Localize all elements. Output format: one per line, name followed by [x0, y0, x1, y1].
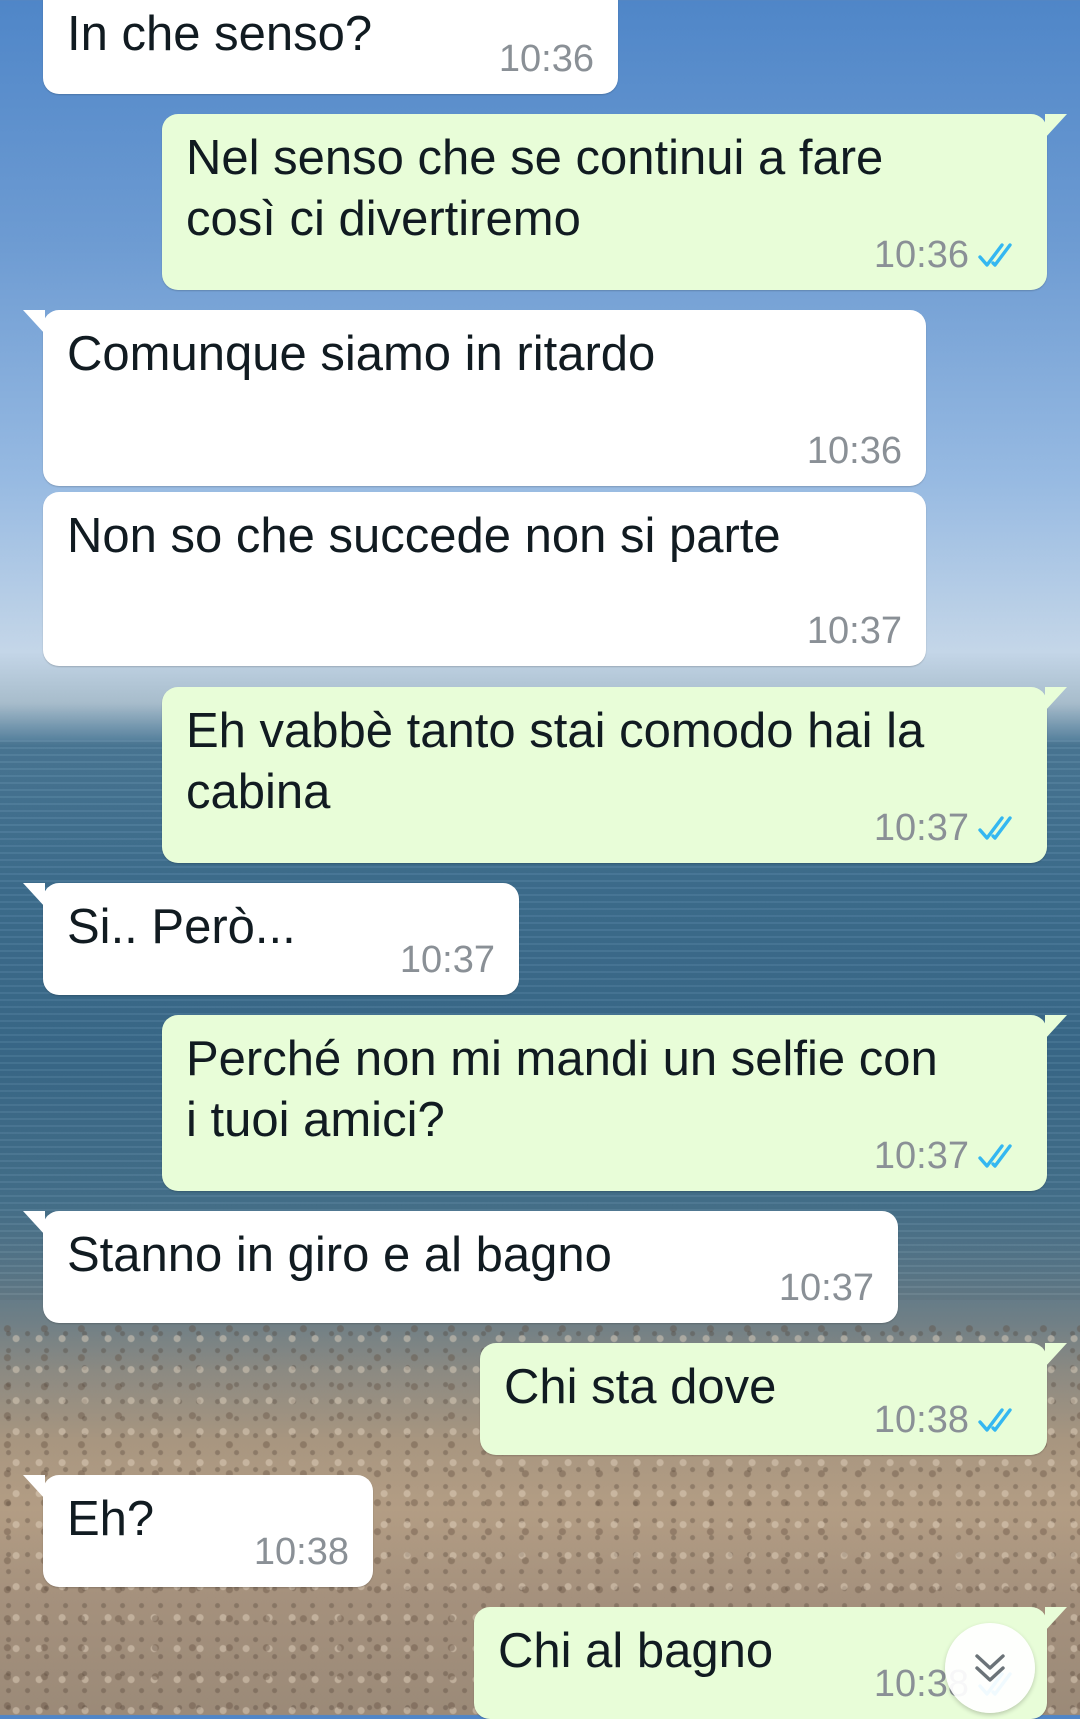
message-incoming[interactable]: Eh? 10:38	[23, 1475, 373, 1587]
message-outgoing[interactable]: Nel senso che se continui a fare così ci…	[162, 114, 1067, 290]
message-meta: 10:38	[874, 1399, 1023, 1441]
message-time: 10:37	[806, 610, 902, 652]
message-time: 10:38	[873, 1399, 969, 1441]
message-incoming[interactable]: In che senso? 10:36	[43, 0, 618, 94]
read-ticks-icon	[978, 1408, 1012, 1432]
read-ticks-icon	[978, 1144, 1012, 1168]
message-meta: 10:36	[874, 234, 1023, 276]
message-time: 10:37	[399, 939, 495, 981]
message-text: Non so che succede non si parte	[67, 509, 781, 563]
message-text: Eh vabbè tanto stai comodo hai la cabina	[186, 704, 925, 819]
message-outgoing[interactable]: Perché non mi mandi un selfie con i tuoi…	[162, 1015, 1067, 1191]
message-meta: 10:37	[779, 1267, 874, 1309]
message-meta: 10:38	[254, 1531, 349, 1573]
read-ticks-icon	[978, 816, 1012, 840]
message-meta: 10:36	[807, 430, 902, 472]
message-meta: 10:37	[807, 610, 902, 652]
message-text: Si.. Però...	[67, 900, 296, 954]
message-text: Chi al bagno	[498, 1624, 774, 1678]
chat-message-list[interactable]: In che senso? 10:36 Nel senso che se con…	[0, 0, 1080, 1719]
message-time: 10:36	[498, 38, 594, 80]
message-meta: 10:37	[400, 939, 495, 981]
read-ticks-icon	[978, 243, 1012, 267]
message-incoming[interactable]: Si.. Però... 10:37	[23, 883, 519, 995]
message-incoming[interactable]: Non so che succede non si parte 10:37	[43, 492, 926, 666]
message-time: 10:36	[806, 430, 902, 472]
message-time: 10:37	[778, 1267, 874, 1309]
message-incoming[interactable]: Stanno in giro e al bagno 10:37	[23, 1211, 898, 1323]
message-text: Eh?	[67, 1492, 155, 1546]
message-outgoing[interactable]: Chi sta dove 10:38	[480, 1343, 1067, 1455]
message-text: Stanno in giro e al bagno	[67, 1228, 612, 1282]
scroll-to-bottom-button[interactable]	[945, 1623, 1035, 1713]
message-meta: 10:37	[874, 807, 1023, 849]
message-text: Nel senso che se continui a fare così ci…	[186, 131, 884, 246]
message-text: Chi sta dove	[504, 1360, 777, 1414]
message-text: In che senso?	[67, 7, 373, 61]
message-text: Comunque siamo in ritardo	[67, 327, 656, 381]
message-outgoing[interactable]: Eh vabbè tanto stai comodo hai la cabina…	[162, 687, 1067, 863]
message-meta: 10:36	[499, 38, 594, 80]
message-time: 10:36	[873, 234, 969, 276]
message-text: Perché non mi mandi un selfie con i tuoi…	[186, 1032, 938, 1147]
message-time: 10:37	[873, 807, 969, 849]
message-time: 10:37	[873, 1135, 969, 1177]
message-incoming[interactable]: Comunque siamo in ritardo 10:36	[23, 310, 926, 486]
message-time: 10:38	[253, 1531, 349, 1573]
message-meta: 10:37	[874, 1135, 1023, 1177]
double-chevron-down-icon	[975, 1654, 1005, 1682]
